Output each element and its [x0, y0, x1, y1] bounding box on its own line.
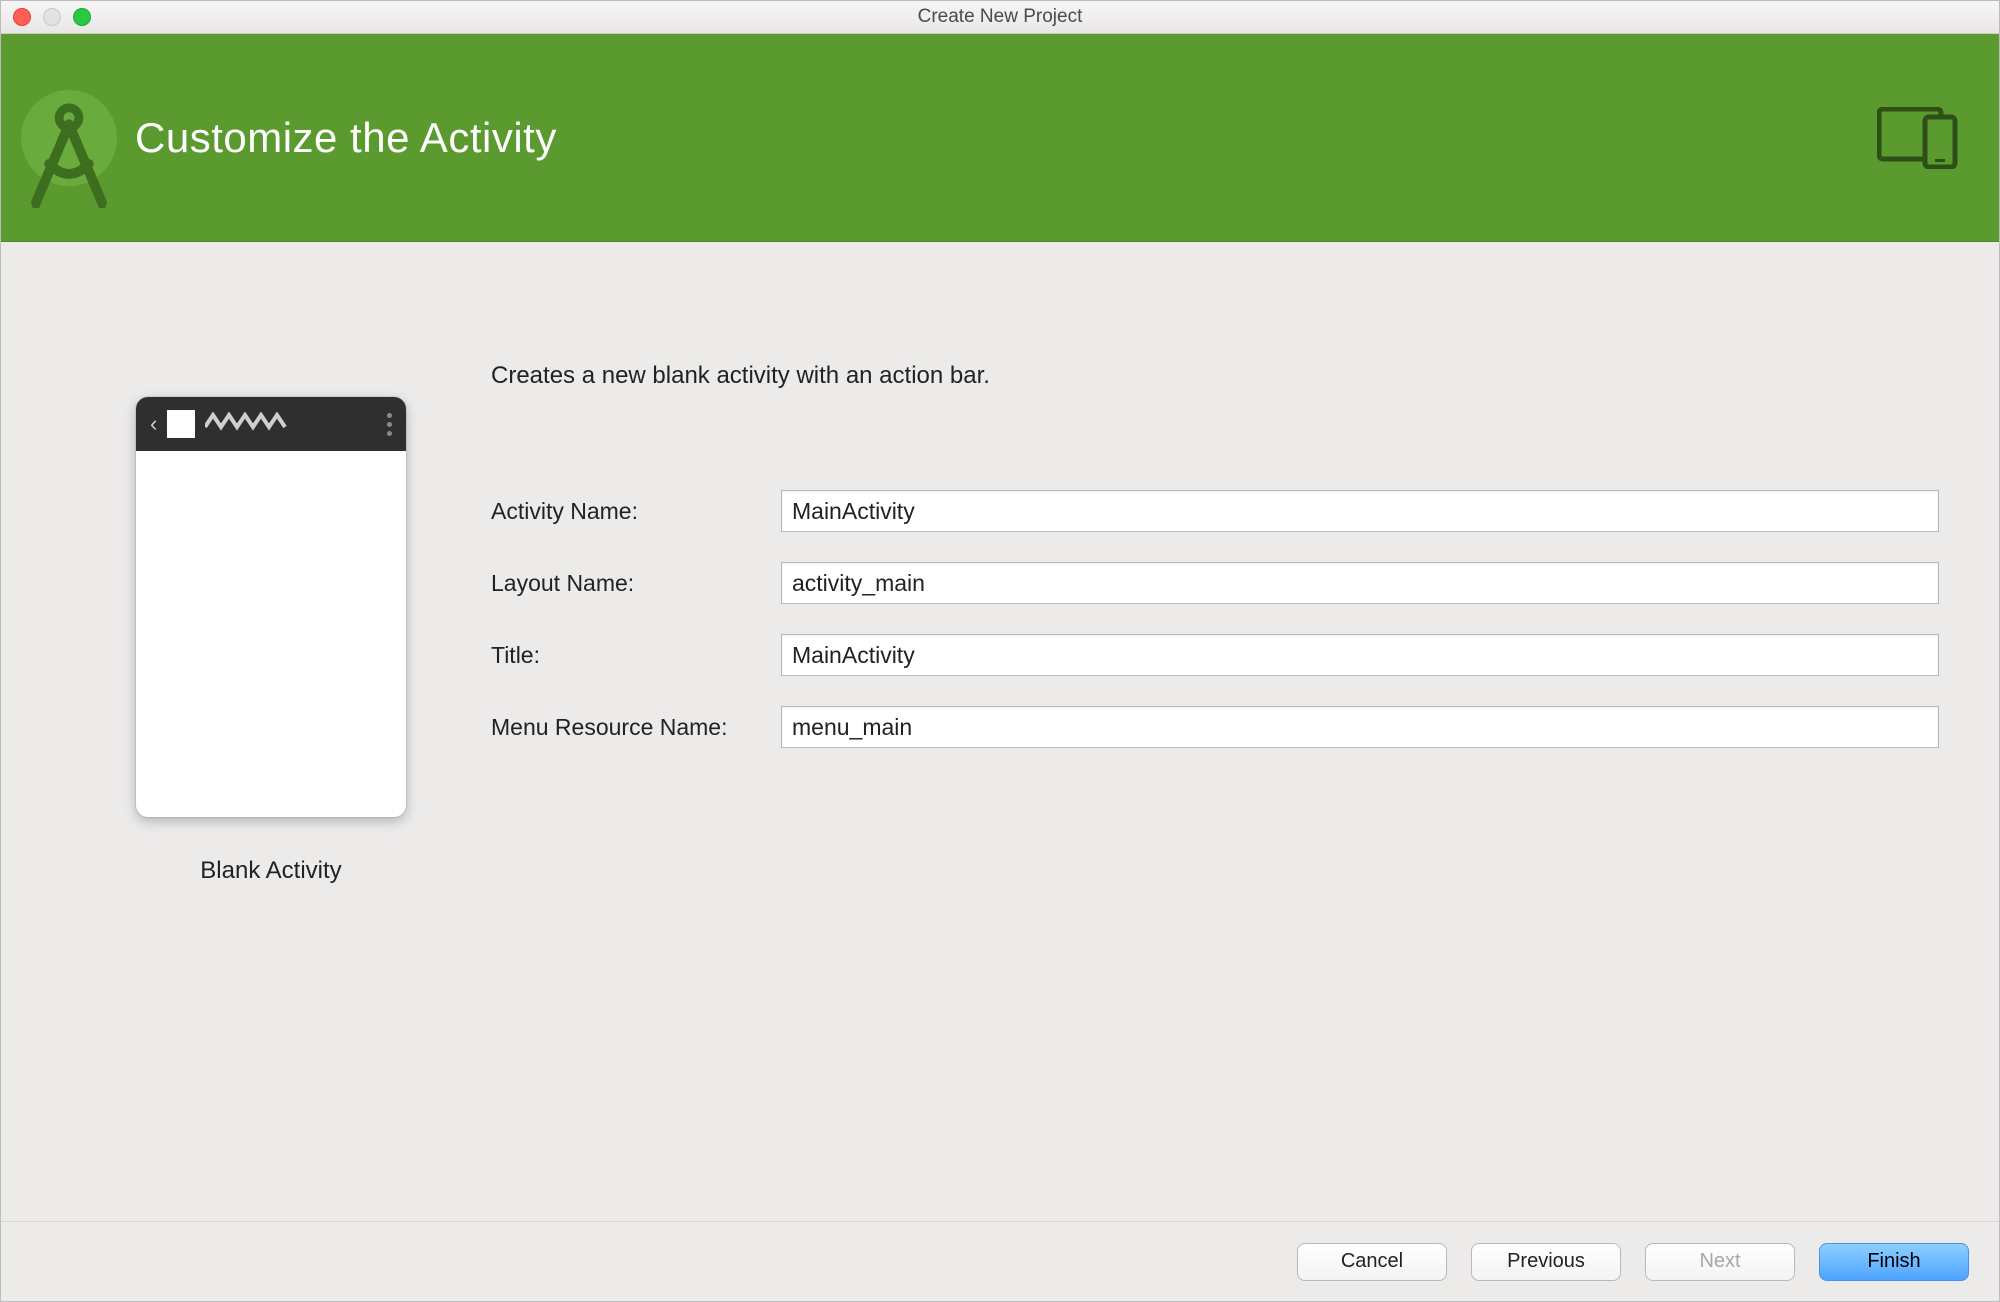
layout-name-label: Layout Name:: [491, 570, 771, 597]
layout-name-input[interactable]: [781, 562, 1939, 604]
header-left: Customize the Activity: [21, 90, 557, 186]
chevron-left-icon: ‹: [150, 411, 157, 437]
close-window-button[interactable]: [13, 8, 31, 26]
form-grid: Activity Name: Layout Name: Title: Menu …: [491, 490, 1959, 748]
title-label: Title:: [491, 642, 771, 669]
preview-label: Blank Activity: [200, 857, 341, 885]
menu-resource-label: Menu Resource Name:: [491, 714, 771, 741]
menu-resource-input[interactable]: [781, 706, 1939, 748]
title-squiggle-icon: [205, 412, 377, 437]
window-controls: [13, 8, 91, 26]
wizard-window: Create New Project Customize the Activit…: [0, 0, 2000, 1302]
activity-name-label: Activity Name:: [491, 498, 771, 525]
title-input[interactable]: [781, 634, 1939, 676]
app-icon-placeholder: [167, 410, 195, 438]
wizard-footer: Cancel Previous Next Finish: [1, 1221, 1999, 1301]
next-button: Next: [1645, 1243, 1795, 1281]
wizard-description: Creates a new blank activity with an act…: [491, 362, 1959, 390]
wizard-header: Customize the Activity: [1, 34, 1999, 242]
previous-button[interactable]: Previous: [1471, 1243, 1621, 1281]
maximize-window-button[interactable]: [73, 8, 91, 26]
preview-actionbar: ‹: [136, 397, 406, 451]
devices-icon: [1877, 107, 1963, 169]
cancel-button[interactable]: Cancel: [1297, 1243, 1447, 1281]
finish-button[interactable]: Finish: [1819, 1243, 1969, 1281]
activity-preview-card: ‹: [136, 397, 406, 817]
titlebar: Create New Project: [1, 1, 1999, 34]
activity-name-input[interactable]: [781, 490, 1939, 532]
minimize-window-button[interactable]: [43, 8, 61, 26]
window-title: Create New Project: [918, 6, 1083, 28]
overflow-menu-icon: [387, 413, 392, 436]
activity-preview: ‹ Blank Activity: [121, 397, 421, 1221]
wizard-title: Customize the Activity: [135, 114, 557, 162]
form-panel: Creates a new blank activity with an act…: [491, 282, 1959, 1221]
android-studio-logo-icon: [21, 90, 117, 186]
wizard-content: ‹ Blank Activity Creates a new blank act…: [1, 242, 1999, 1221]
